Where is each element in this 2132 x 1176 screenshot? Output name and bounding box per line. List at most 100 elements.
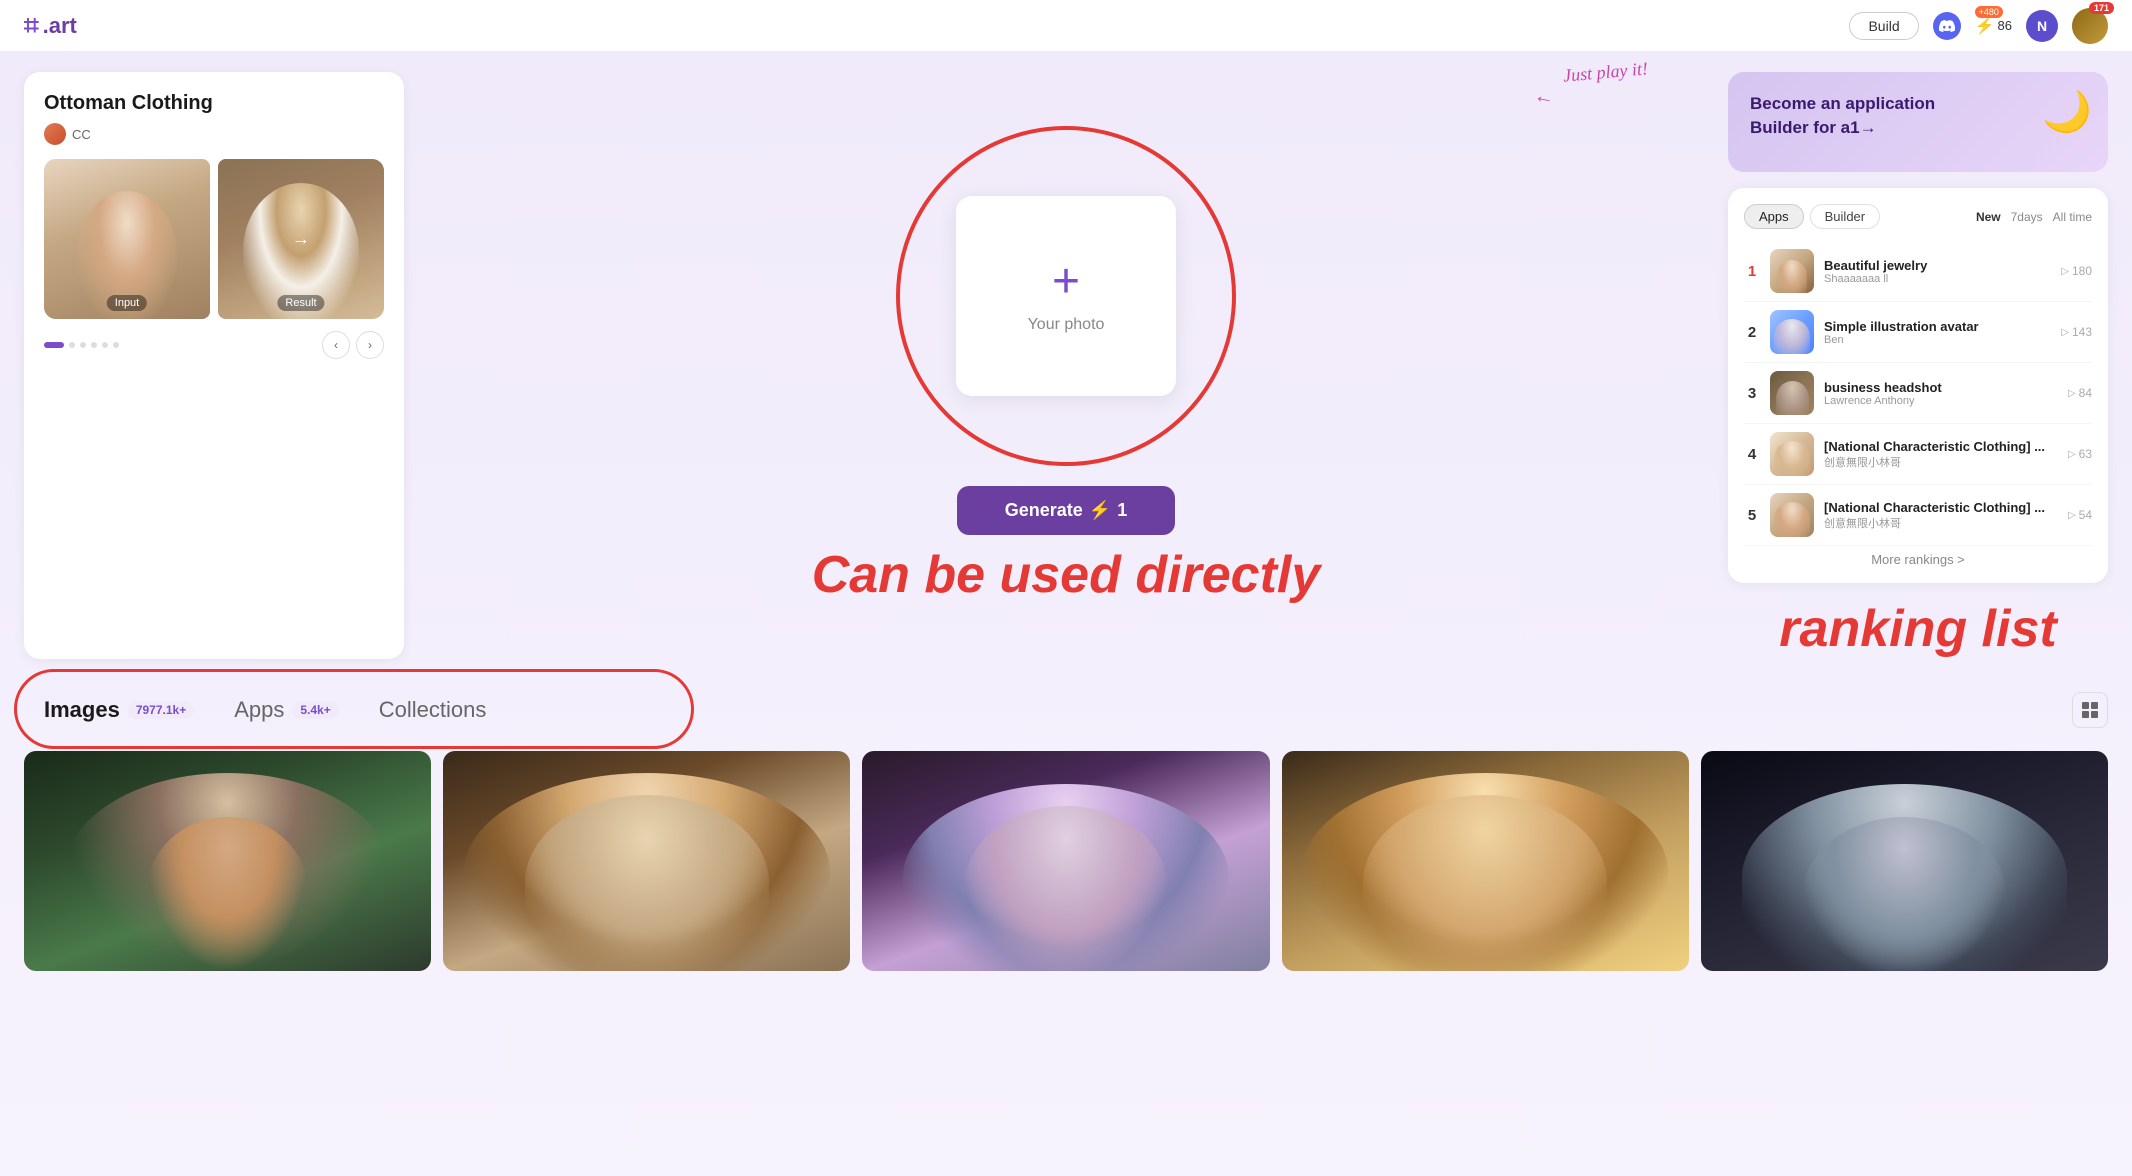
arrow-separator: → bbox=[292, 229, 310, 250]
tab-collections[interactable]: Collections bbox=[359, 689, 507, 731]
ranking-count-2: ▷ 143 bbox=[2061, 325, 2092, 339]
become-builder-card[interactable]: Become an application Builder for a1→ 🌙 bbox=[1728, 72, 2108, 172]
count-value-2: 143 bbox=[2072, 325, 2092, 339]
rank-num-5: 5 bbox=[1744, 507, 1760, 524]
user-avatar-photo-container: 171 bbox=[2072, 8, 2108, 44]
image-card-5[interactable] bbox=[1701, 751, 2108, 971]
ranking-tabs-row: Apps Builder New 7days All time bbox=[1744, 204, 2092, 229]
ranking-item-2[interactable]: 2 Simple illustration avatar Ben ▷ 143 bbox=[1744, 302, 2092, 363]
just-play-it-annotation: Just play it! bbox=[1562, 58, 1648, 86]
tab-apps[interactable]: Apps bbox=[1744, 204, 1804, 229]
preview-input-image[interactable]: Input bbox=[44, 159, 210, 319]
left-card: Ottoman Clothing CC Input bbox=[24, 72, 404, 659]
can-be-used-directly-text: Can be used directly bbox=[812, 545, 1321, 605]
ranking-list-annotation: ranking list bbox=[1728, 599, 2108, 659]
dot-2 bbox=[80, 342, 86, 348]
ranking-count-4: ▷ 63 bbox=[2068, 447, 2092, 461]
left-card-title: Ottoman Clothing bbox=[44, 92, 384, 115]
generate-label: Generate bbox=[1005, 500, 1083, 521]
ranking-name-2: Simple illustration avatar bbox=[1824, 319, 2051, 334]
collections-tab-label: Collections bbox=[379, 697, 487, 723]
build-button[interactable]: Build bbox=[1849, 12, 1918, 40]
logo[interactable]: ⌗ .art bbox=[24, 10, 77, 42]
result-label: Result bbox=[277, 295, 324, 311]
lightning-badge[interactable]: +480 ⚡ 86 bbox=[1975, 16, 2012, 36]
count-value-4: 63 bbox=[2079, 447, 2092, 461]
dot-active bbox=[44, 342, 64, 348]
dot-1 bbox=[69, 342, 75, 348]
ranking-author-2: Ben bbox=[1824, 334, 2051, 346]
upload-box[interactable]: + Your photo bbox=[956, 196, 1176, 396]
main-content: Ottoman Clothing CC Input bbox=[0, 52, 2132, 1176]
generate-button[interactable]: Generate ⚡ 1 bbox=[957, 486, 1175, 535]
image-card-2[interactable] bbox=[443, 751, 850, 971]
ranking-author-3: Lawrence Anthony bbox=[1824, 395, 2058, 407]
plus-badge: +480 bbox=[1975, 6, 2003, 18]
preview-result-image[interactable]: → Result bbox=[218, 159, 384, 319]
upload-circle[interactable]: + Your photo bbox=[896, 126, 1236, 466]
ranking-info-2: Simple illustration avatar Ben bbox=[1824, 319, 2051, 346]
ranking-thumb-5 bbox=[1770, 493, 1814, 537]
ranking-name-4: [National Characteristic Clothing] ... bbox=[1824, 439, 2058, 454]
filter-alltime[interactable]: All time bbox=[2053, 210, 2092, 224]
count-value-1: 180 bbox=[2072, 264, 2092, 278]
ranking-info-1: Beautiful jewelry Shaaaaaaa ll bbox=[1824, 258, 2051, 285]
apps-tab-badge: 5.4k+ bbox=[292, 701, 338, 719]
filter-7days[interactable]: 7days bbox=[2011, 210, 2043, 224]
tab-builder[interactable]: Builder bbox=[1810, 204, 1880, 229]
ranking-card: Apps Builder New 7days All time 1 bbox=[1728, 188, 2108, 583]
prev-arrow-button[interactable]: ‹ bbox=[322, 331, 350, 359]
ranking-count-5: ▷ 54 bbox=[2068, 508, 2092, 522]
dot-4 bbox=[102, 342, 108, 348]
ranking-name-1: Beautiful jewelry bbox=[1824, 258, 2051, 273]
count-value-5: 54 bbox=[2079, 508, 2092, 522]
image-preview-container: Input → Result bbox=[44, 159, 384, 319]
card-navigation: ‹ › bbox=[44, 331, 384, 359]
lightning-count: 86 bbox=[1998, 18, 2012, 33]
filter-new[interactable]: New bbox=[1976, 210, 2001, 224]
ranking-author-4: 创意無限小林哥 bbox=[1824, 454, 2058, 470]
ranking-thumb-2 bbox=[1770, 310, 1814, 354]
play-icon-4: ▷ bbox=[2068, 449, 2076, 460]
next-arrow-button[interactable]: › bbox=[356, 331, 384, 359]
ranking-item-1[interactable]: 1 Beautiful jewelry Shaaaaaaa ll ▷ 180 bbox=[1744, 241, 2092, 302]
ranking-thumb-3 bbox=[1770, 371, 1814, 415]
bottom-section: Images 7977.1k+ Apps 5.4k+ Collections bbox=[24, 689, 2108, 971]
images-tab-badge: 7977.1k+ bbox=[128, 701, 194, 719]
discord-icon[interactable] bbox=[1933, 12, 1961, 40]
left-card-user: CC bbox=[44, 123, 384, 145]
count-value-3: 84 bbox=[2079, 386, 2092, 400]
play-icon-5: ▷ bbox=[2068, 510, 2076, 521]
input-label: Input bbox=[107, 295, 147, 311]
dot-5 bbox=[113, 342, 119, 348]
ranking-author-5: 创意無限小林哥 bbox=[1824, 515, 2058, 531]
ranking-item-5[interactable]: 5 [National Characteristic Clothing] ...… bbox=[1744, 485, 2092, 546]
tab-images[interactable]: Images 7977.1k+ bbox=[24, 689, 214, 731]
grid-toggle-button[interactable] bbox=[2072, 692, 2108, 728]
image-card-4[interactable] bbox=[1282, 751, 1689, 971]
ranking-thumb-4 bbox=[1770, 432, 1814, 476]
header: ⌗ .art Build +480 ⚡ 86 N 171 bbox=[0, 0, 2132, 52]
center-area: Just play it! ← + Your photo Generate ⚡ … bbox=[424, 72, 1708, 659]
image-card-1[interactable] bbox=[24, 751, 431, 971]
moon-icon: 🌙 bbox=[2042, 88, 2092, 135]
rank-num-1: 1 bbox=[1744, 263, 1760, 280]
image-card-3[interactable] bbox=[862, 751, 1269, 971]
play-icon-3: ▷ bbox=[2068, 388, 2076, 399]
ranking-info-5: [National Characteristic Clothing] ... 创… bbox=[1824, 500, 2058, 531]
more-rankings-link[interactable]: More rankings > bbox=[1744, 546, 2092, 567]
card-user-avatar bbox=[44, 123, 66, 145]
ranking-item-4[interactable]: 4 [National Characteristic Clothing] ...… bbox=[1744, 424, 2092, 485]
ranking-item-3[interactable]: 3 business headshot Lawrence Anthony ▷ 8… bbox=[1744, 363, 2092, 424]
header-right: Build +480 ⚡ 86 N 171 bbox=[1849, 8, 2108, 44]
plus-upload-icon: + bbox=[1052, 258, 1080, 306]
become-builder-text: Become an application Builder for a1→ bbox=[1750, 92, 1970, 140]
user-avatar-n[interactable]: N bbox=[2026, 10, 2058, 42]
image-grid bbox=[24, 751, 2108, 971]
tab-apps[interactable]: Apps 5.4k+ bbox=[214, 689, 359, 731]
ranking-count-1: ▷ 180 bbox=[2061, 264, 2092, 278]
play-icon-1: ▷ bbox=[2061, 266, 2069, 277]
rank-num-2: 2 bbox=[1744, 324, 1760, 341]
ranking-count-3: ▷ 84 bbox=[2068, 386, 2092, 400]
top-section: Ottoman Clothing CC Input bbox=[24, 72, 2108, 659]
